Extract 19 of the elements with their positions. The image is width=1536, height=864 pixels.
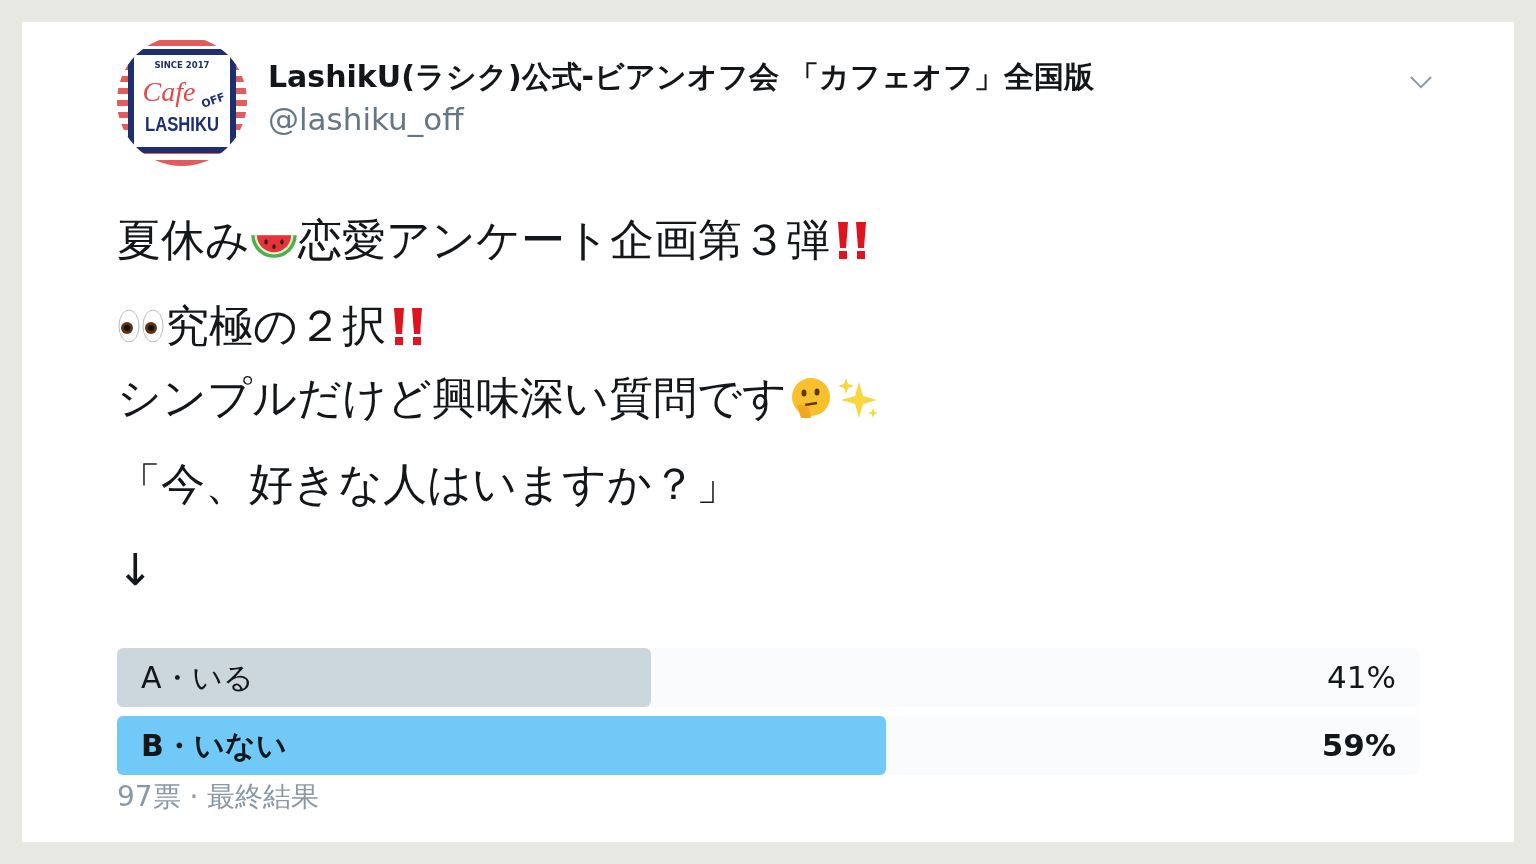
tweet-text: シンプルだけど興味深い質問です <box>117 371 787 425</box>
poll-percentage: 41% <box>1327 658 1396 697</box>
watermelon-icon <box>250 233 298 259</box>
poll-option-label: B・いない <box>141 727 287 765</box>
tweet-text: 究極の２択 <box>165 299 386 353</box>
tweet-text: ↓ <box>117 543 154 597</box>
tweet-text: 夏休み <box>117 213 250 267</box>
tweet-text: 「今、好きな人はいますか？」 <box>117 457 740 511</box>
logo-off-text: OFF <box>199 90 227 111</box>
author-handle[interactable]: @lashiku_off <box>268 98 1410 140</box>
poll-option-label: A・いる <box>141 659 254 697</box>
tweet-text: 恋愛アンケート企画第３弾 <box>298 213 830 267</box>
poll-percentage: 59% <box>1321 726 1396 765</box>
author-name[interactable]: LashikU(ラシク)公式-ビアンオフ会 「カフェオフ」全国版 <box>268 56 1410 98</box>
logo-tagline: SINCE 2017 <box>154 60 210 70</box>
poll-summary: 97票 · 最終結果 <box>117 779 321 815</box>
logo-script: Cafe <box>142 76 196 107</box>
chevron-down-icon[interactable] <box>1410 76 1432 89</box>
logo-wordmark: LASHIKU <box>145 113 234 135</box>
